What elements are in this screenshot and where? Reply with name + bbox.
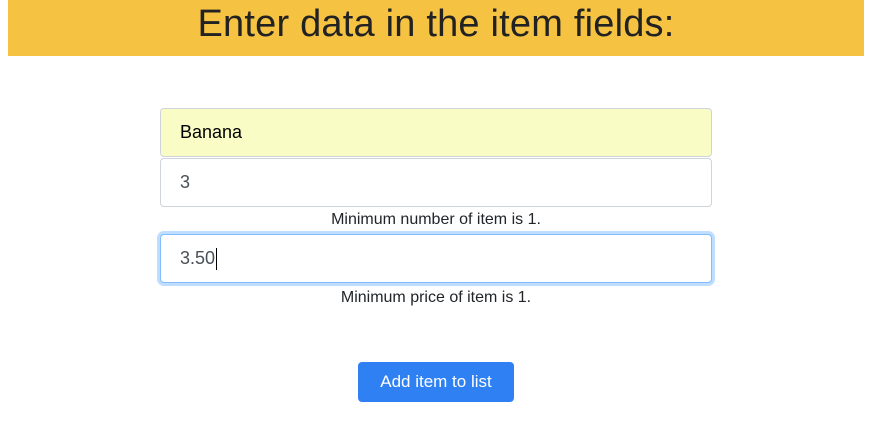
header-bar: Enter data in the item fields:	[8, 0, 864, 56]
item-price-value: 3.50	[180, 248, 216, 268]
add-item-button[interactable]: Add item to list	[358, 362, 514, 402]
item-price-input[interactable]: 3.50	[160, 234, 712, 283]
page: Enter data in the item fields: Minimum n…	[0, 0, 878, 434]
text-caret	[216, 247, 218, 270]
item-quantity-input[interactable]	[160, 158, 712, 207]
price-hint: Minimum price of item is 1.	[340, 289, 532, 306]
item-name-input[interactable]	[160, 108, 712, 157]
page-title: Enter data in the item fields:	[197, 3, 675, 45]
quantity-hint: Minimum number of item is 1.	[331, 211, 541, 228]
